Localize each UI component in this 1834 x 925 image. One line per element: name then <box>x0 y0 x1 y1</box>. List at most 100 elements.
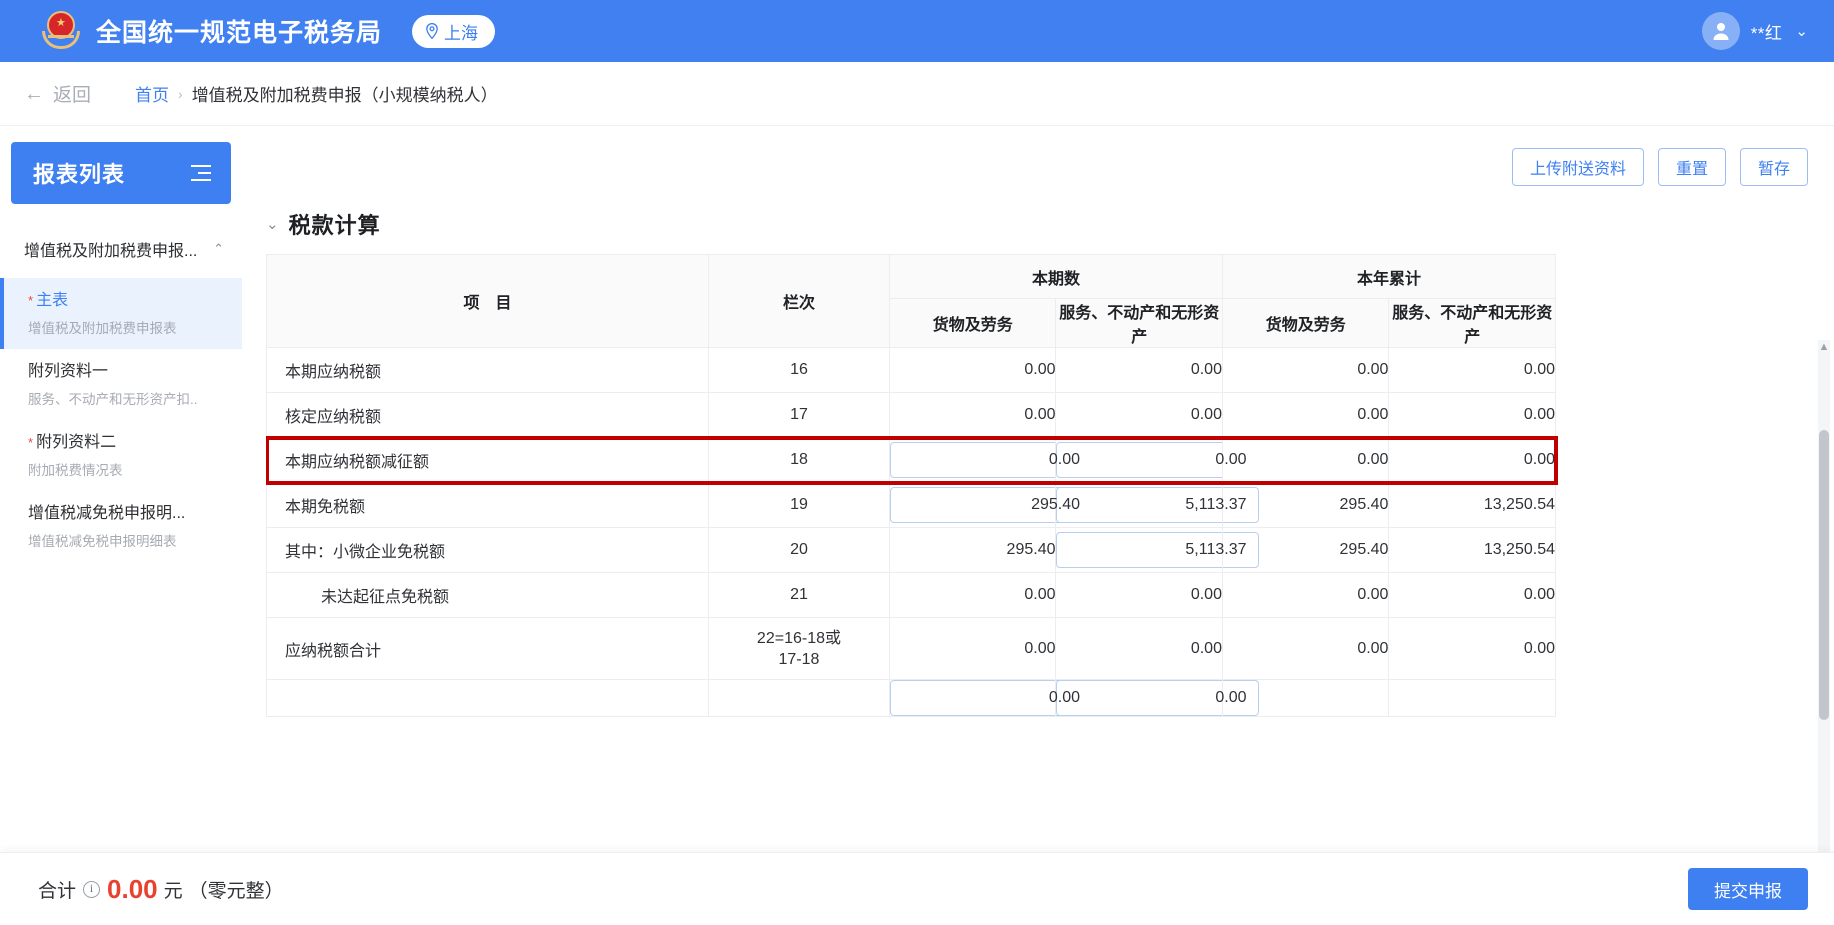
upload-attachments-button[interactable]: 上传附送资料 <box>1511 148 1644 186</box>
col-header-ytd-goods: 货物及劳务 <box>1221 298 1390 348</box>
numeric-input[interactable]: 5,113.37 <box>1056 532 1260 568</box>
cell-ytd-services: 13,250.54 <box>1388 482 1556 528</box>
col-header-year-total: 本年累计 <box>1221 254 1557 299</box>
cell-current-goods: 0.00 <box>888 347 1057 393</box>
scrollbar-thumb[interactable] <box>1819 430 1829 720</box>
sidebar-item-label: 附列资料一 <box>28 363 109 380</box>
numeric-input[interactable]: 5,113.37 <box>1056 487 1260 523</box>
cell-current-goods: 0.00 <box>888 617 1057 680</box>
breadcrumb-separator-icon: › <box>178 85 183 102</box>
cell-line-number: 19 <box>707 482 891 528</box>
numeric-input[interactable]: 0.00 <box>890 442 1093 478</box>
table-body: 本期应纳税额 16 0.00 0.00 0.00 0.00 核定应纳税额 17 0.00 0.00… <box>266 347 1556 717</box>
sidebar-group-label: 增值税及附加税费申报... <box>24 243 198 260</box>
sidebar-item-label: * 附列资料二 <box>28 434 117 451</box>
col-header-cur-goods: 货物及劳务 <box>888 298 1057 348</box>
table-row: 本期应纳税额 16 0.00 0.00 0.00 0.00 <box>266 347 1556 393</box>
cell-ytd-goods: 295.40 <box>1221 527 1390 573</box>
sidebar-item-sublabel: 附加税费情况表 <box>28 463 123 478</box>
cell-line-number: 21 <box>707 572 891 618</box>
sidebar-item-schedule-two[interactable]: * 附列资料二 附加税费情况表 <box>0 420 242 491</box>
cell-current-services: 0.00 <box>1055 392 1223 438</box>
brand-block: ★ 全国统一规范电子税务局 上海 <box>40 9 496 53</box>
cell-current-services[interactable]: 5,113.37 <box>1055 527 1260 573</box>
table-row: 核定应纳税额 17 0.00 0.00 0.00 0.00 <box>266 392 1556 438</box>
sidebar-group-vat[interactable]: 增值税及附加税费申报... ⌃ <box>0 220 242 278</box>
required-star-icon: * <box>28 293 34 308</box>
cell-current-goods[interactable]: 295.40 <box>888 482 1093 528</box>
cell-ytd-goods: 0.00 <box>1221 392 1390 438</box>
collapse-menu-icon[interactable] <box>191 165 211 181</box>
cell-item-label: 其中：小微企业免税额 <box>266 527 709 573</box>
chevron-down-icon[interactable]: ⌄ <box>1795 22 1808 40</box>
cell-item-label: 本期应纳税额 <box>266 347 709 393</box>
tax-table-container: 项 目 栏次 本期数 本年累计 货物及劳务 服务、不动产和无形资产 货物及劳务 … <box>266 254 1834 925</box>
sidebar-item-reduction-detail[interactable]: 增值税减免税申报明... 增值税减免税申报明细表 <box>0 491 242 562</box>
table-row: 应纳税额合计 22=16-18或 17-18 0.00 0.00 0.00 0.00 <box>266 617 1556 680</box>
sidebar-item-schedule-one[interactable]: 附列资料一 服务、不动产和无形资产扣.. <box>0 349 242 420</box>
caret-up-icon[interactable]: ▲ <box>1818 340 1830 354</box>
national-emblem-icon: ★ <box>40 9 82 53</box>
page-body: 报表列表 增值税及附加税费申报... ⌃ * 主表 增值税及附加税费申报表 附列资… <box>0 126 1834 925</box>
user-name: **红 <box>1750 23 1783 43</box>
cell-item-label: 本期免税额 <box>266 482 709 528</box>
form-footer: 合计 i 0.00 元 （零元整） 提交申报 <box>0 852 1834 925</box>
cell-ytd-goods: 295.40 <box>1221 482 1390 528</box>
user-avatar-icon[interactable] <box>1701 12 1740 50</box>
col-header-current-period: 本期数 <box>889 254 1223 299</box>
col-header-item: 项 目 <box>266 254 709 348</box>
cell-current-services[interactable]: 0.00 <box>1055 437 1260 483</box>
cell-current-services[interactable]: 0.00 <box>1055 679 1260 717</box>
app-header: ★ 全国统一规范电子税务局 上海 **红 ⌄ <box>0 0 1834 62</box>
cell-current-goods[interactable]: 0.00 <box>888 679 1093 717</box>
cell-ytd-services: 0.00 <box>1388 392 1556 438</box>
cell-ytd-goods: 0.00 <box>1221 347 1390 393</box>
sidebar-item-main-form[interactable]: * 主表 增值税及附加税费申报表 <box>0 278 242 349</box>
submit-declaration-button[interactable]: 提交申报 <box>1688 868 1808 910</box>
cell-ytd-goods: 0.00 <box>1221 617 1390 680</box>
reset-button[interactable]: 重置 <box>1657 148 1726 186</box>
col-header-line-no: 栏次 <box>707 254 891 348</box>
sidebar-item-label: * 主表 <box>28 292 69 309</box>
numeric-input[interactable]: 0.00 <box>1056 680 1260 716</box>
content-scrollbar[interactable]: ▲ ▼ <box>1818 340 1830 915</box>
city-label: 上海 <box>444 23 479 43</box>
cell-ytd-services: 13,250.54 <box>1388 527 1556 573</box>
numeric-input[interactable]: 295.40 <box>890 487 1093 523</box>
chevron-up-icon[interactable]: ⌃ <box>213 241 224 257</box>
cell-line-number: 16 <box>707 347 891 393</box>
back-button[interactable]: ← 返回 <box>14 76 101 111</box>
arrow-left-icon: ← <box>24 82 44 105</box>
section-header-tax-calculation: ⌄ 税款计算 <box>252 186 1834 254</box>
cell-line-number <box>707 679 891 717</box>
save-draft-button[interactable]: 暂存 <box>1739 148 1808 186</box>
cell-ytd-goods <box>1221 679 1390 717</box>
total-amount: 0.00 <box>107 873 158 904</box>
total-label: 合计 <box>38 880 77 902</box>
cell-current-services[interactable]: 5,113.37 <box>1055 482 1260 528</box>
cell-current-goods[interactable]: 0.00 <box>888 437 1093 483</box>
page-title: 税款计算 <box>288 213 381 238</box>
cell-current-goods: 0.00 <box>888 392 1057 438</box>
total-unit: 元 <box>163 880 183 902</box>
info-circle-icon[interactable]: i <box>83 880 101 898</box>
cell-line-number: 20 <box>707 527 891 573</box>
total-amount-chinese: （零元整） <box>188 880 284 902</box>
numeric-input[interactable]: 0.00 <box>890 680 1093 716</box>
header-user-area[interactable]: **红 ⌄ <box>1701 12 1808 50</box>
numeric-input[interactable]: 0.00 <box>1056 442 1260 478</box>
city-selector[interactable]: 上海 <box>412 14 496 48</box>
breadcrumb-home[interactable]: 首页 <box>135 81 169 106</box>
cell-current-goods: 295.40 <box>888 527 1057 573</box>
cell-item-label <box>266 679 709 717</box>
cell-ytd-services: 0.00 <box>1388 617 1556 680</box>
cell-ytd-services: 0.00 <box>1388 572 1556 618</box>
app-title: 全国统一规范电子税务局 <box>96 19 383 47</box>
sidebar-item-sublabel: 增值税及附加税费申报表 <box>28 321 177 336</box>
sidebar-item-label: 增值税减免税申报明... <box>28 505 186 522</box>
report-list-title: 报表列表 <box>33 162 126 187</box>
tax-calculation-table: 项 目 栏次 本期数 本年累计 货物及劳务 服务、不动产和无形资产 货物及劳务 … <box>266 254 1557 717</box>
chevron-down-icon[interactable]: ⌄ <box>266 215 279 233</box>
table-header-row-1: 项 目 栏次 本期数 本年累计 <box>266 254 1557 348</box>
